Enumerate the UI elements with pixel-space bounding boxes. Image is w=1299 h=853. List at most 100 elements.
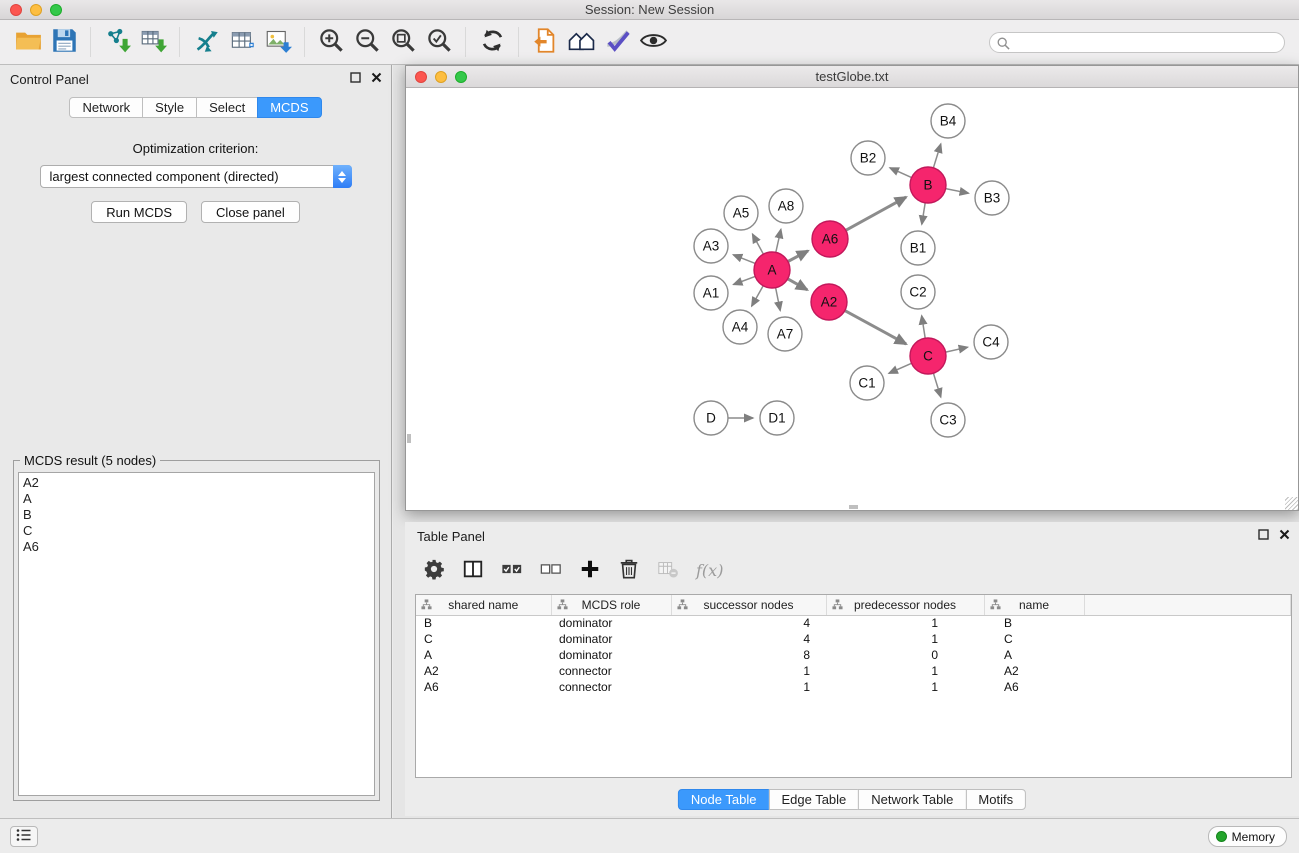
network-close-button[interactable] xyxy=(415,71,427,83)
graph-node-B[interactable]: B xyxy=(910,167,946,203)
column-header-shared-name[interactable]: shared name xyxy=(416,595,551,615)
graph-edge-A-A7[interactable] xyxy=(776,288,781,311)
close-window-button[interactable] xyxy=(10,4,22,16)
column-header-predecessor-nodes[interactable]: predecessor nodes xyxy=(826,595,984,615)
import-table-button[interactable] xyxy=(135,24,171,60)
network-minimize-button[interactable] xyxy=(435,71,447,83)
home-button[interactable] xyxy=(563,24,599,60)
graph-node-A6[interactable]: A6 xyxy=(812,221,848,257)
table-row[interactable]: A6connector11A6 xyxy=(416,679,1291,695)
table-settings-button[interactable] xyxy=(423,558,445,583)
function-builder-button[interactable]: f(x) xyxy=(696,561,723,580)
close-panel-action-button[interactable]: Close panel xyxy=(201,201,300,223)
zoom-fit-button[interactable] xyxy=(385,24,421,60)
zoom-in-button[interactable] xyxy=(313,24,349,60)
graph-node-A1[interactable]: A1 xyxy=(694,276,728,310)
graph-node-C3[interactable]: C3 xyxy=(931,403,965,437)
graph-edge-B-B4[interactable] xyxy=(933,144,940,168)
table-cell[interactable]: dominator xyxy=(551,647,671,663)
close-panel-button[interactable] xyxy=(370,72,383,85)
run-mcds-button[interactable]: Run MCDS xyxy=(91,201,187,223)
graph-edge-A-A8[interactable] xyxy=(776,229,781,252)
graph-edge-B-B3[interactable] xyxy=(946,189,969,194)
graph-node-B4[interactable]: B4 xyxy=(931,104,965,138)
task-history-button[interactable] xyxy=(10,826,38,847)
table-cell[interactable]: 4 xyxy=(671,615,826,631)
graph-edge-A-A4[interactable] xyxy=(752,286,764,306)
zoom-selected-button[interactable] xyxy=(421,24,457,60)
export-image-button[interactable] xyxy=(260,24,296,60)
apply-style-button[interactable] xyxy=(599,24,635,60)
table-cell[interactable]: 0 xyxy=(826,647,984,663)
result-item[interactable]: C xyxy=(23,523,370,539)
table-row[interactable]: A2connector11A2 xyxy=(416,663,1291,679)
delete-row-button[interactable] xyxy=(618,558,640,583)
zoom-out-button[interactable] xyxy=(349,24,385,60)
graph-edge-A-A6[interactable] xyxy=(788,251,808,262)
save-session-button[interactable] xyxy=(46,24,82,60)
graph-edge-C-C2[interactable] xyxy=(922,316,926,339)
graph-node-C1[interactable]: C1 xyxy=(850,366,884,400)
table-cell[interactable]: 1 xyxy=(826,615,984,631)
graph-edge-A-A5[interactable] xyxy=(753,234,764,254)
graph-node-A3[interactable]: A3 xyxy=(694,229,728,263)
add-row-button[interactable] xyxy=(579,558,601,583)
new-table-button[interactable] xyxy=(224,24,260,60)
table-cell[interactable]: C xyxy=(984,631,1084,647)
table-cell[interactable]: A xyxy=(416,647,551,663)
table-cell[interactable]: B xyxy=(984,615,1084,631)
graph-edge-A-A1[interactable] xyxy=(734,276,756,284)
table-cell[interactable]: B xyxy=(416,615,551,631)
table-cell[interactable]: dominator xyxy=(551,615,671,631)
result-item[interactable]: A xyxy=(23,491,370,507)
table-row[interactable]: Cdominator41C xyxy=(416,631,1291,647)
network-canvas[interactable]: B4B2BB3A5A8A6B1A3AC2A1A2A4A7CC4C1C3DD1 xyxy=(406,88,1298,510)
graph-edge-A-A2[interactable] xyxy=(788,279,808,290)
graph-node-D[interactable]: D xyxy=(694,401,728,435)
float-panel-button[interactable] xyxy=(349,72,362,85)
graph-node-C2[interactable]: C2 xyxy=(901,275,935,309)
tab-edge-table[interactable]: Edge Table xyxy=(768,789,859,810)
table-row[interactable]: Bdominator41B xyxy=(416,615,1291,631)
insert-column-button[interactable] xyxy=(462,558,484,583)
table-cell[interactable]: 1 xyxy=(671,663,826,679)
graph-node-B3[interactable]: B3 xyxy=(975,181,1009,215)
table-cell[interactable]: 8 xyxy=(671,647,826,663)
table-cell[interactable]: A2 xyxy=(984,663,1084,679)
graph-edge-A6-B[interactable] xyxy=(846,197,906,230)
import-network-button[interactable] xyxy=(99,24,135,60)
network-window[interactable]: testGlobe.txt B4B2BB3A5A8A6B1A3AC2A1A2A4… xyxy=(405,65,1299,511)
graph-edge-C-C4[interactable] xyxy=(946,347,968,352)
graph-node-A[interactable]: A xyxy=(754,252,790,288)
new-network-button[interactable] xyxy=(188,24,224,60)
graph-edge-C-C1[interactable] xyxy=(889,363,912,373)
select-all-button[interactable] xyxy=(501,558,523,583)
delete-table-button[interactable] xyxy=(657,558,679,583)
minimize-window-button[interactable] xyxy=(30,4,42,16)
close-table-panel-button[interactable] xyxy=(1278,529,1291,542)
tab-mcds[interactable]: MCDS xyxy=(257,97,321,118)
show-hide-button[interactable] xyxy=(635,24,671,60)
tab-network[interactable]: Network xyxy=(69,97,143,118)
float-table-panel-button[interactable] xyxy=(1257,529,1270,542)
search-input[interactable] xyxy=(990,33,1284,52)
graph-node-A5[interactable]: A5 xyxy=(724,196,758,230)
table-cell[interactable]: dominator xyxy=(551,631,671,647)
column-header-name[interactable]: name xyxy=(984,595,1084,615)
graph-node-A2[interactable]: A2 xyxy=(811,284,847,320)
graph-node-A4[interactable]: A4 xyxy=(723,310,757,344)
tab-network-table[interactable]: Network Table xyxy=(858,789,966,810)
graph-node-C4[interactable]: C4 xyxy=(974,325,1008,359)
table-cell[interactable]: 1 xyxy=(671,679,826,695)
graph-node-A7[interactable]: A7 xyxy=(768,317,802,351)
open-session-button[interactable] xyxy=(10,24,46,60)
tab-node-table[interactable]: Node Table xyxy=(678,789,770,810)
table-cell[interactable]: A2 xyxy=(416,663,551,679)
result-item[interactable]: A2 xyxy=(23,475,370,491)
graph-node-C[interactable]: C xyxy=(910,338,946,374)
table-row[interactable]: Adominator80A xyxy=(416,647,1291,663)
open-file-button[interactable] xyxy=(527,24,563,60)
graph-edge-A2-C[interactable] xyxy=(845,311,906,344)
graph-edge-B-B2[interactable] xyxy=(890,168,912,178)
table-cell[interactable]: C xyxy=(416,631,551,647)
